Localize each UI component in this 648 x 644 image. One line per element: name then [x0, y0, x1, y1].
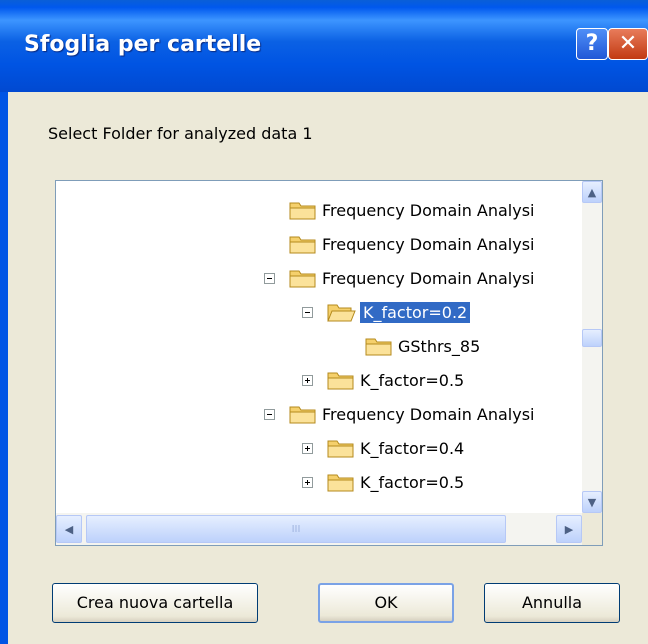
- scroll-up-button[interactable]: ▲: [582, 181, 602, 203]
- tree-node-selected[interactable]: K_factor=0.2: [302, 297, 471, 327]
- tree-node-label: K_factor=0.5: [360, 370, 465, 390]
- tree-node[interactable]: Frequency Domain Analysi: [288, 229, 535, 259]
- scrollbar-corner: [582, 513, 602, 545]
- help-button[interactable]: ?: [576, 28, 608, 60]
- folder-icon: [288, 198, 318, 222]
- tree-node[interactable]: K_factor=0.5: [302, 467, 464, 497]
- tree-node[interactable]: Frequency Domain Analysi: [288, 195, 535, 225]
- title-bar[interactable]: Sfoglia per cartelle ? ✕: [0, 0, 648, 92]
- tree-node-label: Frequency Domain Analysi: [322, 234, 535, 254]
- tree-node[interactable]: K_factor=0.4: [302, 433, 464, 463]
- window-title: Sfoglia per cartelle: [24, 32, 262, 57]
- collapse-toggle[interactable]: [264, 408, 275, 420]
- cancel-button[interactable]: Annulla: [484, 583, 620, 623]
- horizontal-scroll-thumb[interactable]: III: [86, 515, 506, 543]
- tree-node-label: GSthrs_85: [398, 336, 481, 356]
- tree-node-label: Frequency Domain Analysi: [322, 268, 535, 288]
- vertical-scroll-thumb[interactable]: [582, 329, 602, 347]
- tree-node[interactable]: GSthrs_85: [364, 331, 480, 361]
- expand-toggle[interactable]: [302, 374, 313, 386]
- expand-toggle[interactable]: [302, 442, 313, 454]
- folder-icon: [364, 334, 394, 358]
- tree-node[interactable]: Frequency Domain Analysi: [264, 263, 535, 293]
- tree-node-label: K_factor=0.5: [360, 472, 465, 492]
- collapse-toggle[interactable]: [264, 272, 275, 284]
- tree-node-label: Frequency Domain Analysi: [322, 404, 535, 424]
- tree-node[interactable]: Frequency Domain Analysi: [264, 399, 535, 429]
- tree-node-label: Frequency Domain Analysi: [322, 200, 535, 220]
- folder-icon: [288, 402, 318, 426]
- tree-node-label: K_factor=0.4: [360, 438, 465, 458]
- tree-node[interactable]: K_factor=0.5: [302, 365, 464, 395]
- folder-icon: [326, 368, 356, 392]
- folder-tree[interactable]: Frequency Domain Analysi Frequency Domai…: [55, 180, 603, 546]
- close-button[interactable]: ✕: [608, 28, 648, 60]
- tree-node-label: K_factor=0.2: [360, 301, 471, 323]
- collapse-toggle[interactable]: [302, 306, 313, 318]
- expand-toggle[interactable]: [302, 476, 313, 488]
- dialog-prompt: Select Folder for analyzed data 1: [48, 124, 313, 143]
- scroll-left-button[interactable]: ◀: [56, 515, 82, 543]
- folder-icon: [288, 232, 318, 256]
- folder-icon: [288, 266, 318, 290]
- open-folder-icon: [326, 300, 356, 324]
- scroll-down-button[interactable]: ▼: [582, 491, 602, 513]
- window-frame: [0, 92, 8, 644]
- folder-icon: [326, 470, 356, 494]
- horizontal-scrollbar[interactable]: ◀ III ▶: [56, 513, 582, 545]
- browse-folder-dialog: Sfoglia per cartelle ? ✕ Select Folder f…: [0, 0, 648, 644]
- new-folder-button[interactable]: Crea nuova cartella: [52, 583, 258, 623]
- vertical-scrollbar[interactable]: ▲ ▼: [582, 181, 602, 513]
- ok-button[interactable]: OK: [318, 583, 454, 623]
- scroll-right-button[interactable]: ▶: [556, 515, 582, 543]
- folder-icon: [326, 436, 356, 460]
